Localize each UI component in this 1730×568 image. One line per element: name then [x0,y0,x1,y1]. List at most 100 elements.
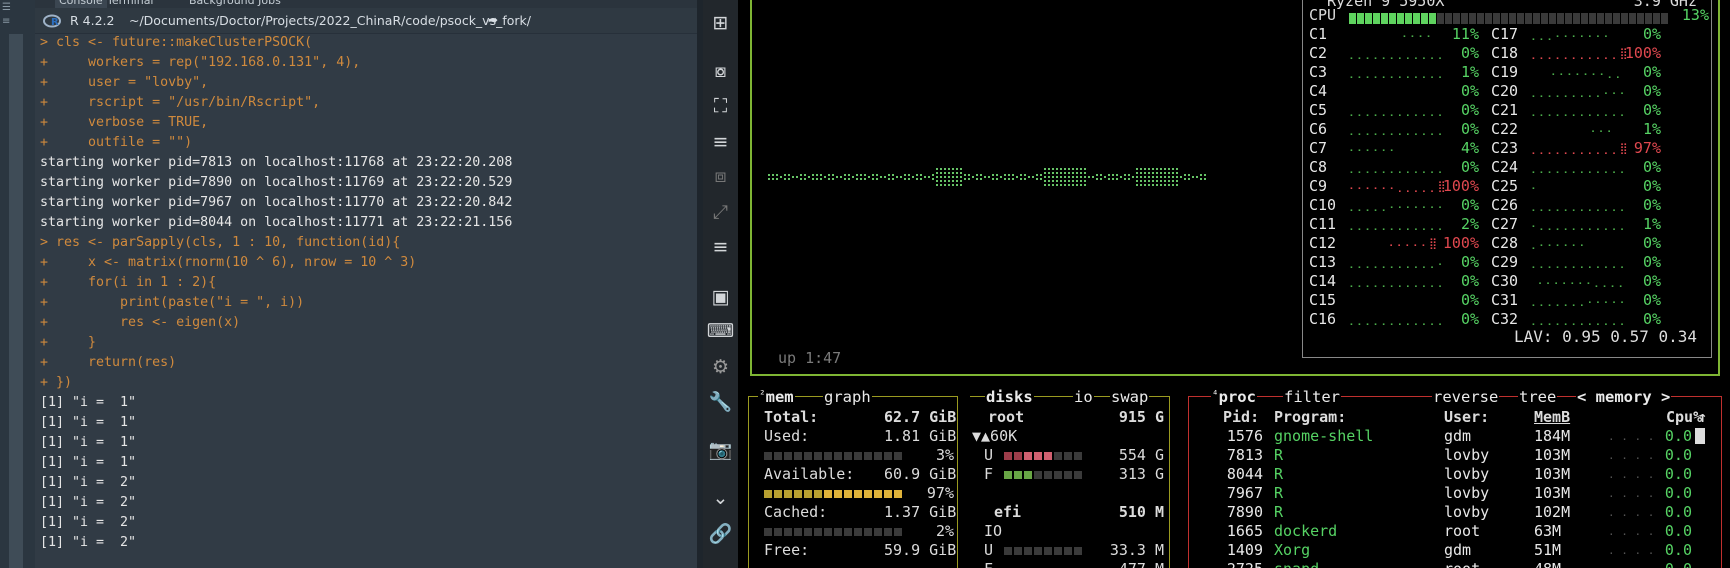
tab-console[interactable]: Console [55,0,107,8]
proc-program[interactable]: R [1274,484,1434,503]
working-directory-path[interactable]: ~/Documents/Doctor/Projects/2022_ChinaR/… [129,13,531,28]
proc-tab-header[interactable]: ⁴proc [1211,388,1257,406]
proc-cpu[interactable]: 0.0 [1648,465,1692,484]
proc-scrollbar[interactable] [1695,428,1705,444]
proc-mem[interactable]: 51M [1534,541,1594,560]
proc-pid[interactable]: 7890 [1223,503,1263,522]
proc-mem[interactable]: 184M [1534,427,1594,446]
go-to-directory-icon[interactable]: ➦ [488,13,498,27]
proc-user[interactable]: gdm [1444,541,1524,560]
expand-icon[interactable]: ⤢ [703,200,738,224]
proc-cpu[interactable]: 0.0 [1648,446,1692,465]
cpu-graph-dot [784,174,786,176]
list-icon[interactable]: ≡ [703,235,738,259]
tab-background-jobs[interactable]: Background Jobs [185,0,285,8]
proc-program[interactable]: R [1274,503,1434,522]
proc-cpu[interactable]: 0.0 [1648,484,1692,503]
proc-pid[interactable]: 7813 [1223,446,1263,465]
proc-user[interactable]: lovby [1444,446,1524,465]
proc-user[interactable]: root [1444,522,1524,541]
proc-mem[interactable]: 103M [1534,484,1594,503]
proc-cpu[interactable]: 0.0 [1648,503,1692,522]
cpu-graph-dot [856,174,858,176]
proc-user[interactable]: root [1444,560,1524,568]
window-icon[interactable]: ▣ [703,285,738,309]
console-output[interactable]: > cls <- future::makeClusterPSOCK(+ work… [40,33,695,553]
proc-program[interactable]: Xorg [1274,541,1434,560]
mem-cached-percent: 2% [935,522,954,540]
proc-mem[interactable]: 102M [1534,503,1594,522]
mem-tab-header[interactable]: ²mem [758,388,795,406]
wrench-icon[interactable]: 🔧 [703,390,738,414]
core-name: C16 [1309,310,1337,328]
proc-header-program[interactable]: Program: [1274,408,1346,427]
meter-cell [1014,471,1022,479]
proc-pid[interactable]: 2725 [1223,560,1263,568]
link-icon[interactable]: 🔗 [703,522,738,546]
meter-cell [884,452,892,460]
proc-user[interactable]: lovby [1444,503,1524,522]
cpu-graph-dot [1140,180,1142,182]
screenshot-region-icon[interactable]: ⧇ [703,59,738,83]
proc-program[interactable]: dockerd [1274,522,1434,541]
proc-pid[interactable]: 1576 [1223,427,1263,446]
camera-icon[interactable]: 📷 [703,438,738,462]
chevron-down-icon[interactable]: ⌄ [703,486,738,510]
proc-user[interactable]: gdm [1444,427,1524,446]
proc-user[interactable]: lovby [1444,484,1524,503]
proc-program[interactable]: R [1274,465,1434,484]
proc-pid[interactable]: 1409 [1223,541,1263,560]
settings-icon[interactable]: ⚙ [703,355,738,379]
menu-icon[interactable]: ≡ [703,130,738,154]
new-window-icon[interactable]: ⊞ [703,11,738,35]
tree-tab[interactable]: tree [1518,388,1558,406]
swap-tab[interactable]: swap [1110,388,1150,406]
proc-pid[interactable]: 7967 [1223,484,1263,503]
disks-tab[interactable]: disks [985,388,1034,406]
proc-program[interactable]: R [1274,446,1434,465]
meter-cell [1054,547,1062,555]
proc-cpu[interactable]: 0.0 [1648,522,1692,541]
filter-tab[interactable]: filter [1283,388,1341,406]
fullscreen-icon[interactable]: ⛶ [703,94,738,118]
proc-mem[interactable]: 103M [1534,446,1594,465]
proc-pid[interactable]: 8044 [1223,465,1263,484]
proc-header-user[interactable]: User: [1444,408,1489,427]
core-name: C10 [1309,196,1337,214]
core-row: C8 ⡀⡀⡀⡀⡀⡀⡀⡀⡀⡀⡀⡀ 0% [1309,158,1479,177]
pane-toggle-icon[interactable]: ☰ [2,2,13,13]
keyboard-icon[interactable]: ⌨ [703,319,738,343]
proc-mem[interactable]: 63M [1534,522,1594,541]
io-tab[interactable]: io [1073,388,1094,406]
proc-cpu[interactable]: 0.0 [1648,541,1692,560]
cpu-graph-dot [1164,180,1166,182]
graph-tab[interactable]: graph [823,388,872,406]
console-input-line: + rscript = "/usr/bin/Rscript", [40,95,321,110]
cpu-graph-dot [780,176,782,178]
cpu-bar-cell [1629,13,1636,24]
side-scrollbar[interactable] [9,34,23,568]
proc-header-mem[interactable]: MemB [1534,408,1570,427]
pane-list-icon[interactable]: ≡ [2,16,13,27]
meter-cell [774,452,782,460]
proc-header-pid[interactable]: Pid: [1223,408,1259,427]
proc-mini-graph: . . . . [1608,468,1655,481]
proc-user[interactable]: lovby [1444,465,1524,484]
core-row: C26 ⡀⡀⡀⡀⡀⡀⡀⡀⡀⡀⡀⡀ 0% [1491,196,1661,215]
proc-program[interactable]: gnome-shell [1274,427,1434,446]
cpu-graph-dot [864,178,866,180]
reverse-tab[interactable]: reverse [1432,388,1500,406]
proc-mem[interactable]: 103M [1534,465,1594,484]
tab-terminal[interactable]: Terminal [103,0,158,8]
meter-cell [1034,452,1042,460]
sort-selector[interactable]: < memory > [1576,388,1672,406]
proc-cpu[interactable]: 0.0 [1648,560,1692,568]
proc-pid[interactable]: 1665 [1223,522,1263,541]
crop-icon[interactable]: ⧈ [703,164,738,188]
proc-mem[interactable]: 48M [1534,560,1594,568]
proc-header-cpu[interactable]: Cpu% [1666,408,1702,427]
scroll-up-icon[interactable]: ↑ [1698,408,1707,427]
proc-program[interactable]: snapd [1274,560,1434,568]
proc-cpu[interactable]: 0.0 [1648,427,1692,446]
meter-cell [764,490,772,498]
